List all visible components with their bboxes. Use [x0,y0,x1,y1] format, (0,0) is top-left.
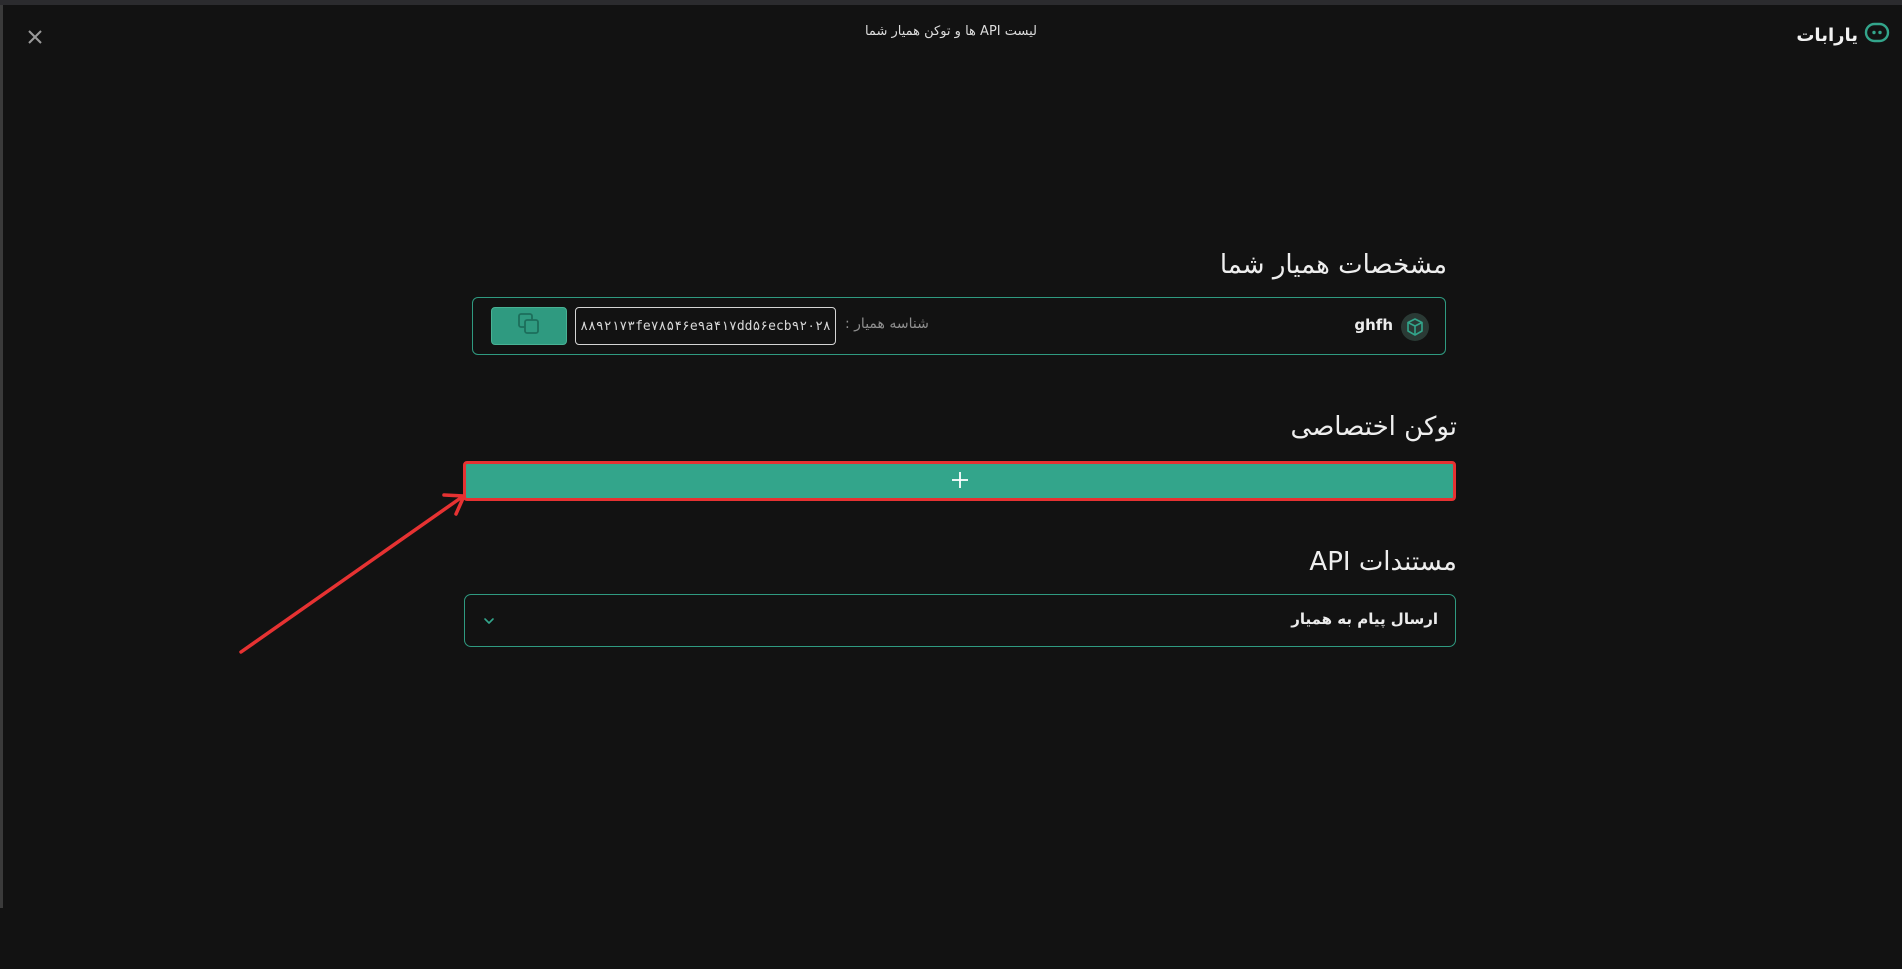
page-title: لیست API ها و توکن همیار شما [864,24,1038,39]
assistant-id-field[interactable]: ۸۸۹۲۱۷۳fe۷۸۵۴۶e۹a۴۱۷dd۵۶ecb۹۲۰۲۸ [575,307,836,345]
assistant-id-label: شناسه همیار : [845,316,929,332]
accordion-send-message[interactable]: ارسال پیام به همیار [464,594,1456,647]
plus-icon [950,467,970,495]
logo-icon [1864,22,1890,48]
api-docs-title: مستندات API [1309,547,1457,577]
chevron-down-icon [481,613,497,629]
window-left-border [0,5,3,908]
accordion-label: ارسال پیام به همیار [1291,610,1438,628]
copy-id-button[interactable] [491,307,567,345]
assistant-name: ghfh [1354,316,1393,334]
add-token-button[interactable] [463,461,1456,501]
window-top-border [0,0,1902,5]
assistant-info-card: ۸۸۹۲۱۷۳fe۷۸۵۴۶e۹a۴۱۷dd۵۶ecb۹۲۰۲۸ شناسه ه… [472,297,1446,355]
assistant-spec-title: مشخصات همیار شما [1219,250,1447,280]
app-logo: یارابات [1796,22,1890,48]
token-section-title: توکن اختصاصی [1290,412,1457,442]
logo-text: یارابات [1796,24,1858,46]
cube-icon [1401,313,1429,341]
copy-icon [516,311,542,341]
